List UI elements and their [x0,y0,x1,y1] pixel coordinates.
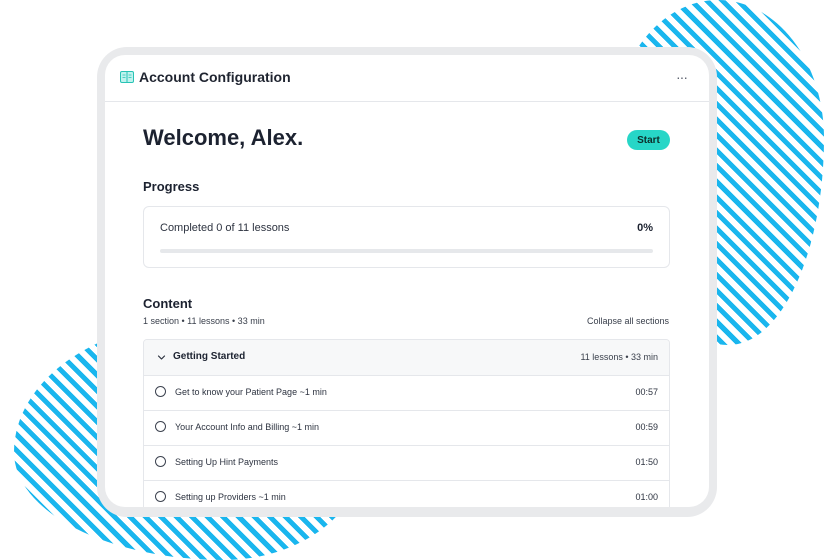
circle-icon[interactable] [155,421,166,432]
section-title: Getting Started [173,351,246,362]
start-button[interactable]: Start [627,130,670,150]
lesson-duration: 00:57 [635,387,658,397]
app-title: Account Configuration [139,69,291,85]
content-heading: Content [143,296,193,311]
app-screen: Account Configuration ··· Welcome, Alex.… [105,55,709,507]
collapse-all-sections-link[interactable]: Collapse all sections [587,316,669,326]
progress-heading: Progress [143,179,200,194]
lesson-row[interactable]: Setting Up Hint Payments 01:50 [144,445,669,481]
circle-icon[interactable] [155,456,166,467]
book-icon [120,71,134,83]
lesson-row[interactable]: Your Account Info and Billing ~1 min 00:… [144,410,669,446]
chevron-down-icon [157,355,166,360]
content-summary: 1 section • 11 lessons • 33 min [143,316,265,326]
lesson-duration: 01:00 [635,492,658,502]
lesson-duration: 00:59 [635,422,658,432]
progress-bar [160,249,653,253]
lesson-row[interactable]: Get to know your Patient Page ~1 min 00:… [144,375,669,411]
progress-text: Completed 0 of 11 lessons [160,222,290,234]
section-getting-started: Getting Started 11 lessons • 33 min Get … [143,339,670,507]
welcome-heading: Welcome, Alex. [143,125,304,150]
progress-percent: 0% [637,222,653,234]
section-summary: 11 lessons • 33 min [580,352,658,362]
lesson-title: Your Account Info and Billing ~1 min [175,422,320,432]
circle-icon[interactable] [155,491,166,502]
lesson-duration: 01:50 [635,457,658,467]
section-header[interactable]: Getting Started 11 lessons • 33 min [144,340,669,376]
lesson-title: Setting up Providers ~1 min [175,492,286,502]
circle-icon[interactable] [155,386,166,397]
top-bar: Account Configuration ··· [105,55,709,102]
progress-card: Completed 0 of 11 lessons 0% [143,206,670,268]
lesson-title: Get to know your Patient Page ~1 min [175,387,327,397]
lesson-title: Setting Up Hint Payments [175,457,279,467]
lesson-row[interactable]: Setting up Providers ~1 min 01:00 [144,480,669,507]
more-horizontal-icon[interactable]: ··· [676,69,688,85]
